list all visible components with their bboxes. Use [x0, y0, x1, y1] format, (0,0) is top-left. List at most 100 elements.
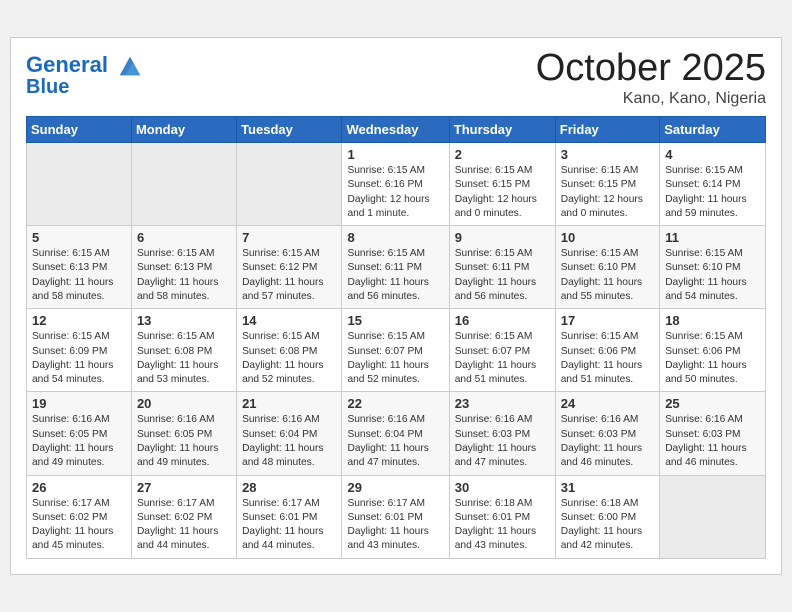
weekday-friday: Friday [555, 117, 659, 143]
day-cell: 23 Sunrise: 6:16 AM Sunset: 6:03 PM Dayli… [449, 392, 555, 475]
day-number: 9 [455, 230, 550, 245]
day-number: 26 [32, 480, 126, 495]
day-number: 16 [455, 313, 550, 328]
week-row-3: 19 Sunrise: 6:16 AM Sunset: 6:05 PM Dayli… [27, 392, 766, 475]
day-cell: 1Sunrise: 6:15 AM Sunset: 6:16 PM Daylig… [342, 143, 449, 226]
day-cell: 31 Sunrise: 6:18 AM Sunset: 6:00 PM Dayli… [555, 475, 659, 558]
day-number: 1 [347, 147, 443, 162]
day-info: Sunrise: 6:15 AM Sunset: 6:08 PM Dayligh… [242, 330, 336, 387]
day-info: Sunrise: 6:15 AM Sunset: 6:07 PM Dayligh… [455, 330, 550, 387]
day-info: Sunrise: 6:15 AM Sunset: 6:07 PM Dayligh… [347, 330, 443, 387]
day-number: 11 [665, 230, 760, 245]
day-number: 12 [32, 313, 126, 328]
day-cell: 15Sunrise: 6:15 AM Sunset: 6:07 PM Dayli… [342, 309, 449, 392]
day-cell: 8 Sunrise: 6:15 AM Sunset: 6:11 PM Daylig… [342, 226, 449, 309]
calendar-grid: SundayMondayTuesdayWednesdayThursdayFrid… [26, 116, 766, 559]
day-info: Sunrise: 6:15 AM Sunset: 6:15 PM Dayligh… [561, 164, 654, 221]
day-info: Sunrise: 6:15 AM Sunset: 6:10 PM Dayligh… [665, 247, 760, 304]
day-number: 31 [561, 480, 654, 495]
day-number: 24 [561, 396, 654, 411]
day-cell: 30Sunrise: 6:18 AM Sunset: 6:01 PM Dayli… [449, 475, 555, 558]
calendar-header: SundayMondayTuesdayWednesdayThursdayFrid… [27, 117, 766, 143]
logo: General Blue [26, 52, 144, 98]
week-row-1: 5 Sunrise: 6:15 AM Sunset: 6:13 PM Daylig… [27, 226, 766, 309]
day-info: Sunrise: 6:15 AM Sunset: 6:11 PM Dayligh… [347, 247, 443, 304]
day-number: 17 [561, 313, 654, 328]
day-cell [131, 143, 236, 226]
day-cell: 7 Sunrise: 6:15 AM Sunset: 6:12 PM Daylig… [237, 226, 342, 309]
day-number: 27 [137, 480, 231, 495]
day-cell: 26 Sunrise: 6:17 AM Sunset: 6:02 PM Dayli… [27, 475, 132, 558]
day-number: 13 [137, 313, 231, 328]
day-info: Sunrise: 6:15 AM Sunset: 6:14 PM Dayligh… [665, 164, 760, 221]
day-cell: 20 Sunrise: 6:16 AM Sunset: 6:05 PM Dayli… [131, 392, 236, 475]
day-number: 3 [561, 147, 654, 162]
day-info: Sunrise: 6:17 AM Sunset: 6:01 PM Dayligh… [242, 497, 336, 554]
day-info: Sunrise: 6:16 AM Sunset: 6:03 PM Dayligh… [561, 413, 654, 470]
day-info: Sunrise: 6:18 AM Sunset: 6:00 PM Dayligh… [561, 497, 654, 554]
day-number: 19 [32, 396, 126, 411]
day-info: Sunrise: 6:16 AM Sunset: 6:05 PM Dayligh… [137, 413, 231, 470]
day-info: Sunrise: 6:15 AM Sunset: 6:06 PM Dayligh… [665, 330, 760, 387]
day-number: 14 [242, 313, 336, 328]
day-info: Sunrise: 6:15 AM Sunset: 6:12 PM Dayligh… [242, 247, 336, 304]
weekday-thursday: Thursday [449, 117, 555, 143]
day-info: Sunrise: 6:17 AM Sunset: 6:02 PM Dayligh… [137, 497, 231, 554]
title-section: October 2025 Kano, Kano, Nigeria [536, 48, 766, 108]
day-number: 8 [347, 230, 443, 245]
day-number: 30 [455, 480, 550, 495]
day-cell: 11 Sunrise: 6:15 AM Sunset: 6:10 PM Dayli… [660, 226, 766, 309]
day-info: Sunrise: 6:16 AM Sunset: 6:05 PM Dayligh… [32, 413, 126, 470]
header: General Blue October 2025 Kano, Kano, Ni… [26, 48, 766, 108]
day-number: 5 [32, 230, 126, 245]
day-number: 20 [137, 396, 231, 411]
day-cell: 21Sunrise: 6:16 AM Sunset: 6:04 PM Dayli… [237, 392, 342, 475]
day-number: 6 [137, 230, 231, 245]
day-cell: 18 Sunrise: 6:15 AM Sunset: 6:06 PM Dayli… [660, 309, 766, 392]
day-cell [660, 475, 766, 558]
day-cell [237, 143, 342, 226]
day-info: Sunrise: 6:15 AM Sunset: 6:10 PM Dayligh… [561, 247, 654, 304]
calendar-container: General Blue October 2025 Kano, Kano, Ni… [10, 37, 782, 574]
day-cell: 28 Sunrise: 6:17 AM Sunset: 6:01 PM Dayli… [237, 475, 342, 558]
day-info: Sunrise: 6:16 AM Sunset: 6:04 PM Dayligh… [242, 413, 336, 470]
day-info: Sunrise: 6:17 AM Sunset: 6:02 PM Dayligh… [32, 497, 126, 554]
day-cell: 4Sunrise: 6:15 AM Sunset: 6:14 PM Daylig… [660, 143, 766, 226]
day-cell: 13Sunrise: 6:15 AM Sunset: 6:08 PM Dayli… [131, 309, 236, 392]
weekday-monday: Monday [131, 117, 236, 143]
day-info: Sunrise: 6:16 AM Sunset: 6:03 PM Dayligh… [455, 413, 550, 470]
calendar-body: 1Sunrise: 6:15 AM Sunset: 6:16 PM Daylig… [27, 143, 766, 559]
day-info: Sunrise: 6:15 AM Sunset: 6:13 PM Dayligh… [137, 247, 231, 304]
day-cell: 16 Sunrise: 6:15 AM Sunset: 6:07 PM Dayli… [449, 309, 555, 392]
day-cell: 25 Sunrise: 6:16 AM Sunset: 6:03 PM Dayli… [660, 392, 766, 475]
day-number: 10 [561, 230, 654, 245]
weekday-sunday: Sunday [27, 117, 132, 143]
day-number: 25 [665, 396, 760, 411]
day-number: 18 [665, 313, 760, 328]
day-info: Sunrise: 6:15 AM Sunset: 6:06 PM Dayligh… [561, 330, 654, 387]
day-number: 29 [347, 480, 443, 495]
day-cell: 14 Sunrise: 6:15 AM Sunset: 6:08 PM Dayli… [237, 309, 342, 392]
day-info: Sunrise: 6:15 AM Sunset: 6:15 PM Dayligh… [455, 164, 550, 221]
weekday-saturday: Saturday [660, 117, 766, 143]
day-number: 2 [455, 147, 550, 162]
day-cell: 24 Sunrise: 6:16 AM Sunset: 6:03 PM Dayli… [555, 392, 659, 475]
day-number: 7 [242, 230, 336, 245]
weekday-tuesday: Tuesday [237, 117, 342, 143]
weekday-wednesday: Wednesday [342, 117, 449, 143]
day-cell [27, 143, 132, 226]
day-info: Sunrise: 6:16 AM Sunset: 6:03 PM Dayligh… [665, 413, 760, 470]
day-info: Sunrise: 6:15 AM Sunset: 6:09 PM Dayligh… [32, 330, 126, 387]
day-cell: 10 Sunrise: 6:15 AM Sunset: 6:10 PM Dayli… [555, 226, 659, 309]
day-cell: 17 Sunrise: 6:15 AM Sunset: 6:06 PM Dayli… [555, 309, 659, 392]
weekday-header-row: SundayMondayTuesdayWednesdayThursdayFrid… [27, 117, 766, 143]
day-cell: 27 Sunrise: 6:17 AM Sunset: 6:02 PM Dayli… [131, 475, 236, 558]
location: Kano, Kano, Nigeria [536, 90, 766, 108]
day-info: Sunrise: 6:17 AM Sunset: 6:01 PM Dayligh… [347, 497, 443, 554]
day-cell: 12 Sunrise: 6:15 AM Sunset: 6:09 PM Dayli… [27, 309, 132, 392]
day-cell: 9 Sunrise: 6:15 AM Sunset: 6:11 PM Daylig… [449, 226, 555, 309]
day-info: Sunrise: 6:15 AM Sunset: 6:13 PM Dayligh… [32, 247, 126, 304]
day-info: Sunrise: 6:15 AM Sunset: 6:11 PM Dayligh… [455, 247, 550, 304]
day-number: 23 [455, 396, 550, 411]
day-number: 28 [242, 480, 336, 495]
